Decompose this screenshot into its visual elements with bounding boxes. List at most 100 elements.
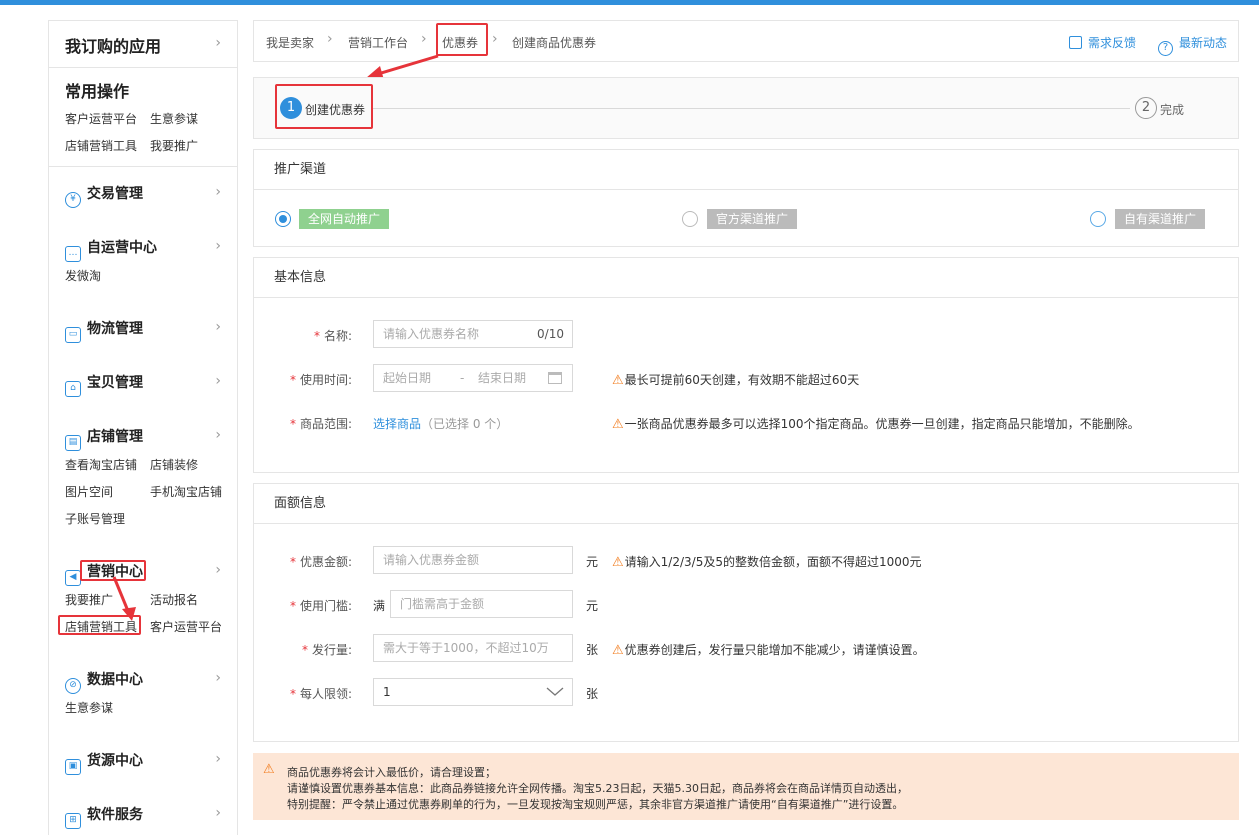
step-indicator: 1 创建优惠券 2 完成: [253, 77, 1239, 139]
my-apps-title: 我订购的应用: [65, 37, 162, 56]
limit-unit: 张: [586, 687, 599, 701]
common-ops-title: 常用操作: [65, 82, 130, 101]
chevron-right-icon: ›: [215, 805, 221, 821]
chevron-right-icon: ›: [327, 31, 333, 47]
sidebar-link-promote[interactable]: 我要推广: [150, 137, 198, 154]
sidebar-link-promote-2[interactable]: 我要推广: [65, 591, 113, 608]
issue-quantity-input[interactable]: 需大于等于1000，不超过10万: [373, 634, 573, 662]
grid-icon: ⊞: [65, 813, 81, 829]
sidebar-link-mobile-shop[interactable]: 手机淘宝店铺: [150, 483, 222, 500]
limit-label: * 每人限领:: [289, 687, 352, 701]
chevron-right-icon: ›: [215, 562, 221, 578]
radio-own-channel[interactable]: [1090, 211, 1106, 227]
sidebar-item-label: 物流管理: [87, 321, 143, 337]
channel-option-own[interactable]: 自有渠道推广: [1115, 209, 1206, 229]
threshold-input[interactable]: 门槛需高于金额: [390, 590, 573, 618]
sidebar-link-customer-platform-2[interactable]: 客户运营平台: [150, 618, 222, 635]
megaphone-icon: ◀: [65, 570, 81, 586]
warning-icon: ⚠: [612, 373, 624, 388]
sidebar-item-logistics[interactable]: ▭ 物流管理: [65, 318, 143, 343]
date-range-input[interactable]: 起始日期 - 结束日期: [373, 364, 573, 392]
amount-unit: 元: [586, 555, 599, 569]
issue-unit: 张: [586, 643, 599, 657]
name-char-count: 0/10: [537, 327, 564, 341]
range-label: * 商品范围:: [289, 417, 352, 431]
sidebar-link-business-advisor[interactable]: 生意参谋: [150, 110, 198, 127]
channel-option-all-network[interactable]: 全网自动推广: [299, 209, 390, 229]
sidebar-item-goods[interactable]: ⌂ 宝贝管理: [65, 372, 143, 397]
chevron-right-icon: ›: [492, 31, 498, 47]
channel-option-official[interactable]: 官方渠道推广: [707, 209, 798, 229]
sidebar-item-label: 软件服务: [87, 807, 143, 823]
chevron-down-icon: [546, 687, 564, 696]
step-2-label: 完成: [1160, 103, 1185, 117]
notice-line-3: 特别提醒：严令禁止通过优惠券刷单的行为，一旦发现按淘宝规则严惩，其余非官方渠道推…: [287, 798, 904, 811]
coupon-name-input[interactable]: 请输入优惠券名称 0/10: [373, 320, 573, 348]
breadcrumb-seller[interactable]: 我是卖家: [266, 34, 314, 51]
basic-info-panel: 基本信息 * 名称: 请输入优惠券名称 0/10 * 使用时间: 起始日期 - 结束…: [253, 257, 1239, 473]
feedback-link[interactable]: 需求反馈: [1069, 34, 1136, 51]
step-connector-line: [372, 108, 1130, 109]
sidebar-item-label: 数据中心: [87, 672, 143, 688]
issue-label: * 发行量:: [301, 643, 352, 657]
notice-line-1: 商品优惠券将会计入最低价，请合理设置；: [287, 766, 496, 779]
sidebar-common-ops: 常用操作 客户运营平台 生意参谋 店铺营销工具 我要推广: [49, 68, 237, 167]
sidebar-link-image-space[interactable]: 图片空间: [65, 483, 113, 500]
sidebar-link-shop-marketing-tools[interactable]: 店铺营销工具: [65, 137, 137, 154]
threshold-unit: 元: [586, 599, 599, 613]
step-2-number: 2: [1135, 97, 1157, 119]
breadcrumb-create-coupon: 创建商品优惠券: [512, 36, 597, 50]
sidebar: 我订购的应用 › 常用操作 客户运营平台 生意参谋 店铺营销工具 我要推广 ¥ 交…: [48, 20, 238, 835]
sidebar-link-sub-accounts[interactable]: 子账号管理: [65, 510, 125, 527]
edit-icon: [1069, 36, 1082, 49]
sidebar-item-supply[interactable]: ▣ 货源中心: [65, 750, 143, 775]
sidebar-item-trade[interactable]: ¥ 交易管理: [65, 183, 143, 208]
time-label: * 使用时间:: [289, 373, 352, 387]
issue-hint: ⚠优惠券创建后，发行量只能增加不能减少，请谨慎设置。: [612, 643, 925, 658]
per-person-limit-select[interactable]: 1: [373, 678, 573, 706]
warning-icon: ⚠: [612, 417, 624, 432]
select-goods-link[interactable]: 选择商品: [373, 417, 421, 431]
amount-info-title: 面额信息: [254, 484, 1238, 524]
chevron-right-icon: ›: [215, 427, 221, 443]
coupon-amount-label: * 优惠金额:: [289, 555, 352, 569]
sidebar-my-apps[interactable]: 我订购的应用 ›: [49, 21, 237, 68]
sidebar-link-view-shop[interactable]: 查看淘宝店铺: [65, 456, 137, 473]
store-icon: ▤: [65, 435, 81, 451]
range-hint: ⚠一张商品优惠券最多可以选择100个指定商品。优惠券一旦创建，指定商品只能增加，…: [612, 417, 1140, 432]
sidebar-item-label: 货源中心: [87, 753, 143, 769]
yen-icon: ¥: [65, 192, 81, 208]
amount-info-panel: 面额信息 * 优惠金额: 请输入优惠券金额 元 ⚠请输入1/2/3/5及5的整数倍…: [253, 483, 1239, 742]
range-selector: 选择商品（已选择 0 个）: [373, 415, 508, 432]
sidebar-item-data[interactable]: ⊘ 数据中心: [65, 669, 143, 694]
sidebar-item-self-operation[interactable]: … 自运营中心: [65, 237, 157, 262]
bag-icon: ⌂: [65, 381, 81, 397]
chevron-right-icon: ›: [215, 670, 221, 686]
sidebar-item-label: 店铺管理: [87, 429, 143, 445]
radio-all-network[interactable]: [275, 211, 291, 227]
compass-icon: ⊘: [65, 678, 81, 694]
warning-icon: ⚠: [263, 762, 275, 777]
basic-info-title: 基本信息: [254, 258, 1238, 298]
chevron-right-icon: ›: [421, 31, 427, 47]
highlight-box-step1: [275, 84, 373, 129]
sidebar-item-shop[interactable]: ▤ 店铺管理: [65, 426, 143, 451]
sidebar-link-shop-decor[interactable]: 店铺装修: [150, 456, 198, 473]
sidebar-link-weitao[interactable]: 发微淘: [65, 267, 101, 284]
coupon-amount-input[interactable]: 请输入优惠券金额: [373, 546, 573, 574]
chevron-right-icon: ›: [215, 373, 221, 389]
breadcrumb-marketing-desk[interactable]: 营销工作台: [348, 34, 408, 51]
time-hint: ⚠最长可提前60天创建，有效期不能超过60天: [612, 373, 860, 388]
sidebar-link-customer-platform[interactable]: 客户运营平台: [65, 110, 137, 127]
sidebar-link-activity-signup[interactable]: 活动报名: [150, 591, 198, 608]
help-icon: ?: [1158, 41, 1173, 56]
amount-hint: ⚠请输入1/2/3/5及5的整数倍金额，面额不得超过1000元: [612, 555, 922, 570]
sidebar-link-business-advisor-2[interactable]: 生意参谋: [65, 699, 113, 716]
sidebar-item-label: 交易管理: [87, 186, 143, 202]
chevron-right-icon: ›: [215, 35, 221, 51]
name-label: * 名称:: [313, 329, 352, 343]
news-link[interactable]: ? 最新动态: [1158, 34, 1227, 56]
sidebar-item-software[interactable]: ⊞ 软件服务: [65, 804, 143, 829]
warning-icon: ⚠: [612, 555, 624, 570]
radio-official[interactable]: [682, 211, 698, 227]
